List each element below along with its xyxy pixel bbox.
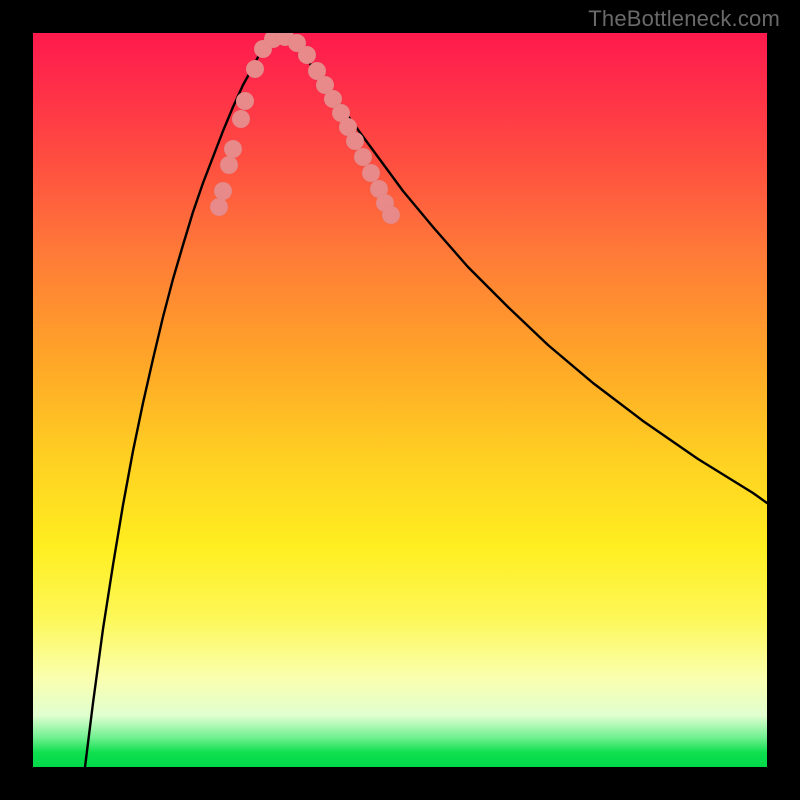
scatter-dot: [220, 156, 238, 174]
scatter-dot: [246, 60, 264, 78]
scatter-dot: [210, 198, 228, 216]
scatter-dot: [236, 92, 254, 110]
scatter-dots: [210, 33, 400, 224]
scatter-dot: [224, 140, 242, 158]
series-left-branch: [85, 39, 273, 767]
watermark-text: TheBottleneck.com: [588, 6, 780, 32]
scatter-dot: [232, 110, 250, 128]
scatter-dot: [382, 206, 400, 224]
scatter-dot: [214, 182, 232, 200]
scatter-dot: [354, 148, 372, 166]
chart-svg: [33, 33, 767, 767]
series-right-branch: [279, 37, 767, 503]
scatter-dot: [362, 164, 380, 182]
scatter-dot: [346, 132, 364, 150]
chart-frame: TheBottleneck.com: [0, 0, 800, 800]
plot-area: [33, 33, 767, 767]
scatter-dot: [298, 46, 316, 64]
